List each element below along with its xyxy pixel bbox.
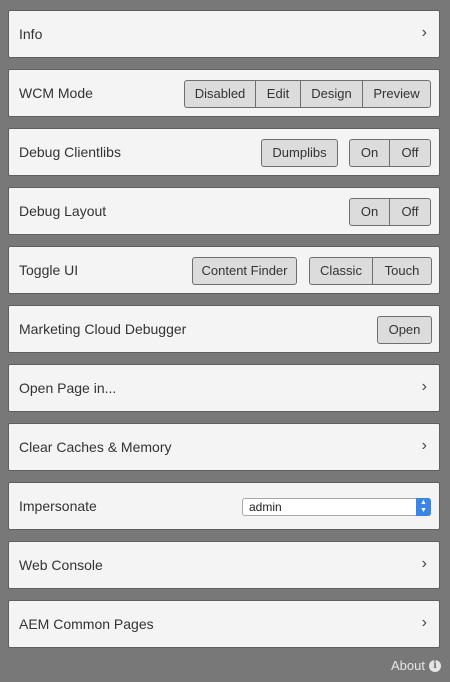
- impersonate-select[interactable]: admin ▲ ▼: [242, 498, 431, 516]
- wcm-mode-design-button[interactable]: Design: [301, 81, 363, 107]
- impersonate-selected-value: admin: [249, 500, 282, 514]
- info-panel[interactable]: Info ›: [8, 10, 440, 58]
- debug-clientlibs-panel: Debug Clientlibs Dumplibs On Off: [8, 128, 440, 176]
- debug-clientlibs-toggle[interactable]: On Off: [349, 139, 431, 167]
- toggle-ui-classic-button[interactable]: Classic: [310, 258, 373, 284]
- wcm-mode-preview-button[interactable]: Preview: [363, 81, 430, 107]
- marketing-cloud-debugger-panel: Marketing Cloud Debugger Open: [8, 305, 440, 353]
- clear-caches-panel[interactable]: Clear Caches & Memory ›: [8, 423, 440, 471]
- wcm-mode-disabled-button[interactable]: Disabled: [185, 81, 256, 107]
- about-label: About: [391, 658, 425, 673]
- open-page-in-panel[interactable]: Open Page in... ›: [8, 364, 440, 412]
- chevron-right-icon[interactable]: ›: [422, 365, 427, 409]
- clear-caches-label: Clear Caches & Memory: [19, 439, 172, 455]
- toggle-ui-label: Toggle UI: [19, 262, 79, 278]
- wcm-mode-panel: WCM Mode Disabled Edit Design Preview: [8, 69, 440, 117]
- impersonate-panel: Impersonate admin ▲ ▼: [8, 482, 440, 530]
- web-console-label: Web Console: [19, 557, 103, 573]
- info-label: Info: [19, 26, 43, 42]
- debug-layout-label: Debug Layout: [19, 203, 107, 219]
- toggle-ui-touch-button[interactable]: Touch: [373, 258, 431, 284]
- marketing-cloud-debugger-label: Marketing Cloud Debugger: [19, 321, 187, 337]
- toggle-ui-panel: Toggle UI Content Finder Classic Touch: [8, 246, 440, 294]
- toggle-ui-segmented-control[interactable]: Classic Touch: [309, 257, 432, 285]
- debug-layout-toggle[interactable]: On Off: [349, 198, 431, 226]
- debug-clientlibs-off-button[interactable]: Off: [390, 140, 430, 166]
- debug-layout-on-button[interactable]: On: [350, 199, 390, 225]
- debug-layout-panel: Debug Layout On Off: [8, 187, 440, 235]
- about-link[interactable]: About i: [391, 657, 441, 675]
- chevron-right-icon[interactable]: ›: [422, 542, 427, 586]
- select-arrows-icon[interactable]: ▲ ▼: [416, 498, 431, 516]
- impersonate-label: Impersonate: [19, 498, 97, 514]
- chevron-right-icon[interactable]: ›: [422, 11, 427, 55]
- open-page-in-label: Open Page in...: [19, 380, 117, 396]
- chevron-right-icon[interactable]: ›: [422, 601, 427, 645]
- debug-clientlibs-on-button[interactable]: On: [350, 140, 390, 166]
- marketing-cloud-open-button[interactable]: Open: [377, 316, 432, 344]
- wcm-mode-label: WCM Mode: [19, 85, 93, 101]
- chevron-right-icon[interactable]: ›: [422, 424, 427, 468]
- debug-clientlibs-label: Debug Clientlibs: [19, 144, 121, 160]
- aem-common-pages-panel[interactable]: AEM Common Pages ›: [8, 600, 440, 648]
- debug-layout-off-button[interactable]: Off: [390, 199, 430, 225]
- content-finder-button[interactable]: Content Finder: [192, 257, 297, 285]
- aem-common-pages-label: AEM Common Pages: [19, 616, 154, 632]
- wcm-mode-edit-button[interactable]: Edit: [256, 81, 301, 107]
- dumplibs-button[interactable]: Dumplibs: [261, 139, 338, 167]
- wcm-mode-segmented-control[interactable]: Disabled Edit Design Preview: [184, 80, 431, 108]
- info-icon[interactable]: i: [429, 660, 441, 672]
- web-console-panel[interactable]: Web Console ›: [8, 541, 440, 589]
